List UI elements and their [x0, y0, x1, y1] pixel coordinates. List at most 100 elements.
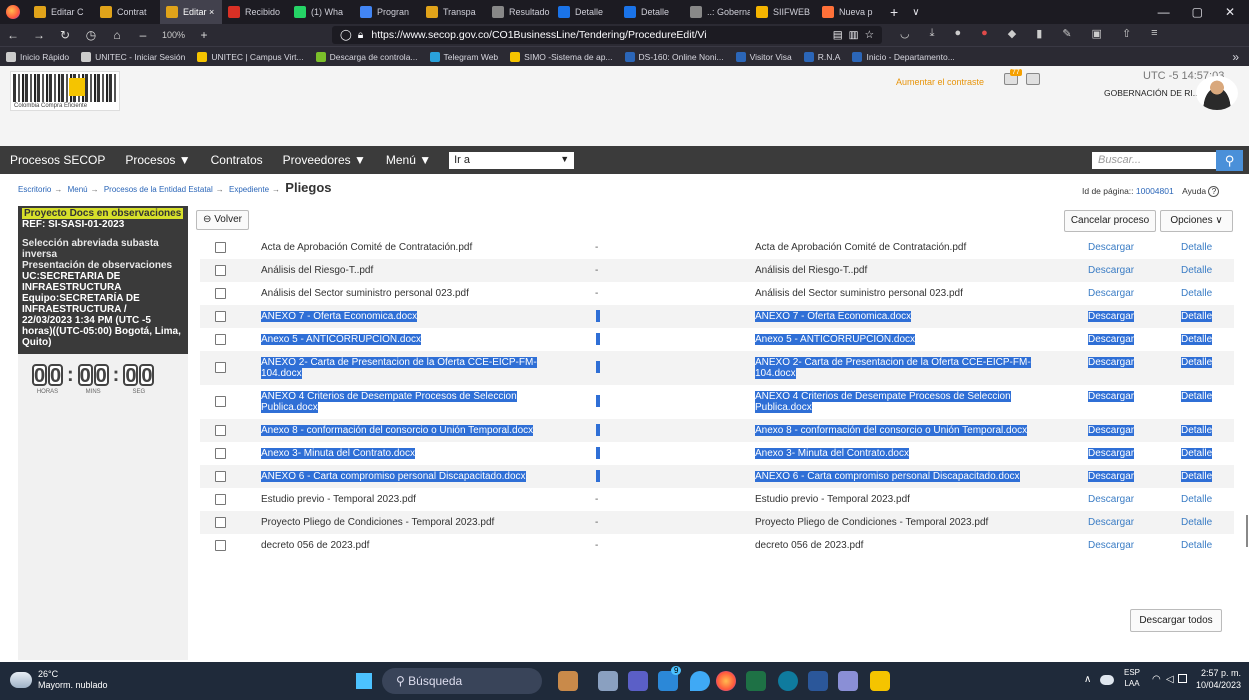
- battery-icon[interactable]: [1178, 674, 1187, 683]
- bookmark-1[interactable]: UNITEC - Iniciar Sesión: [81, 51, 185, 62]
- bookmark-3[interactable]: Descarga de controla...: [315, 51, 418, 62]
- widgets-icon[interactable]: [598, 671, 618, 691]
- browser-tab-2[interactable]: Editar ×: [160, 0, 222, 24]
- browser-tab-7[interactable]: Resultado d: [486, 0, 552, 24]
- download-link[interactable]: Descargar: [1088, 265, 1134, 276]
- detail-link[interactable]: Detalle: [1181, 448, 1213, 459]
- cancel-process-button[interactable]: Cancelar proceso: [1064, 210, 1156, 232]
- download-link[interactable]: Descargar: [1088, 391, 1135, 402]
- weather-widget[interactable]: 26°C Mayorm. nublado: [10, 669, 108, 691]
- detail-link[interactable]: Detalle: [1181, 288, 1212, 299]
- translate-icon[interactable]: ▥: [849, 29, 859, 41]
- zoom-level[interactable]: 100%: [162, 30, 185, 40]
- new-tab-icon[interactable]: +: [890, 4, 898, 20]
- url-bar[interactable]: ◯ 🔒︎ https://www.secop.gov.co/CO1Busines…: [332, 26, 882, 44]
- bookmark-2[interactable]: UNITEC | Campus Virt...: [197, 51, 304, 62]
- windows-start-icon[interactable]: [356, 673, 372, 689]
- detail-link[interactable]: Detalle: [1181, 391, 1213, 402]
- close-window-icon[interactable]: ✕: [1225, 5, 1235, 19]
- menu-item-procesos-secop[interactable]: Procesos SECOP: [0, 153, 115, 167]
- menu-item-procesos[interactable]: Procesos ▼: [115, 153, 200, 167]
- row-checkbox[interactable]: [215, 311, 226, 322]
- help-link[interactable]: Ayuda: [1182, 186, 1206, 196]
- browser-tab-0[interactable]: Editar C: [28, 0, 94, 24]
- messages-icon[interactable]: [1026, 73, 1040, 85]
- detail-link[interactable]: Detalle: [1181, 494, 1212, 505]
- bookmark-0[interactable]: Inicio Rápido: [6, 51, 69, 62]
- zoom-in-icon[interactable]: +: [191, 28, 217, 42]
- browser-tab-11[interactable]: SIIFWEB: [750, 0, 816, 24]
- download-link[interactable]: Descargar: [1088, 494, 1134, 505]
- download-link[interactable]: Descargar: [1088, 471, 1135, 482]
- browser-tab-3[interactable]: Recibido: [222, 0, 288, 24]
- forward-icon[interactable]: →: [26, 28, 52, 42]
- bookmarks-overflow-icon[interactable]: »: [1232, 50, 1239, 64]
- browser-tab-6[interactable]: Transpa: [420, 0, 486, 24]
- row-checkbox[interactable]: [215, 396, 226, 407]
- zoom-out-icon[interactable]: –: [130, 28, 156, 42]
- back-icon[interactable]: ←: [0, 28, 26, 42]
- menu-item-proveedores[interactable]: Proveedores ▼: [273, 153, 376, 167]
- download-link[interactable]: Descargar: [1088, 425, 1135, 436]
- scrollbar-thumb[interactable]: [1246, 515, 1248, 547]
- detail-link[interactable]: Detalle: [1181, 311, 1213, 322]
- extension-icon[interactable]: ◆: [1008, 27, 1016, 40]
- minimize-icon[interactable]: —: [1158, 5, 1170, 19]
- download-link[interactable]: Descargar: [1088, 242, 1134, 253]
- detail-link[interactable]: Detalle: [1181, 517, 1212, 528]
- url-text[interactable]: https://www.secop.gov.co/CO1BusinessLine…: [371, 29, 832, 41]
- detail-link[interactable]: Detalle: [1181, 471, 1213, 482]
- row-checkbox[interactable]: [215, 362, 226, 373]
- browser-tab-8[interactable]: Detalle: [552, 0, 618, 24]
- download-link[interactable]: Descargar: [1088, 517, 1134, 528]
- bookmark-9[interactable]: Inicio - Departamento...: [852, 51, 955, 62]
- share-icon[interactable]: ⇧: [1122, 27, 1131, 40]
- search-icon[interactable]: ⚲: [1216, 150, 1243, 171]
- language-indicator[interactable]: ESP LAA: [1124, 667, 1140, 689]
- menu-icon[interactable]: ≡: [1151, 27, 1157, 40]
- breadcrumb-escritorio[interactable]: Escritorio: [18, 185, 51, 194]
- download-link[interactable]: Descargar: [1088, 540, 1134, 551]
- avatar[interactable]: [1196, 76, 1238, 110]
- tab-list-icon[interactable]: ∨: [912, 7, 919, 18]
- download-link[interactable]: Descargar: [1088, 448, 1135, 459]
- account-icon[interactable]: ●: [954, 27, 961, 40]
- browser-tab-5[interactable]: Progran: [354, 0, 420, 24]
- help-icon[interactable]: ?: [1208, 186, 1220, 197]
- app-icon[interactable]: [838, 671, 858, 691]
- download-all-button[interactable]: Descargar todos: [1130, 609, 1222, 632]
- back-button[interactable]: ⊖ Volver: [196, 210, 249, 230]
- browser-tab-12[interactable]: Nueva p: [816, 0, 882, 24]
- adblock-icon[interactable]: ●: [981, 27, 988, 40]
- history-icon[interactable]: ◷: [78, 28, 104, 42]
- detail-link[interactable]: Detalle: [1181, 334, 1213, 345]
- firefox-taskbar-icon[interactable]: [716, 671, 736, 691]
- download-link[interactable]: Descargar: [1088, 357, 1135, 368]
- browser-tab-10[interactable]: ..: Gobernac: [684, 0, 750, 24]
- lock-icon[interactable]: 🔒︎: [358, 29, 364, 42]
- download-link[interactable]: Descargar: [1088, 311, 1135, 322]
- bookmark-8[interactable]: R.N.A: [803, 51, 840, 62]
- reload-icon[interactable]: ↻: [52, 28, 78, 42]
- row-checkbox[interactable]: [215, 494, 226, 505]
- bookmark-star-icon[interactable]: ☆: [865, 29, 874, 41]
- row-checkbox[interactable]: [215, 517, 226, 528]
- download-link[interactable]: Descargar: [1088, 334, 1135, 345]
- colombia-compra-logo[interactable]: Colombia Compra Eficiente: [10, 71, 120, 111]
- row-checkbox[interactable]: [215, 265, 226, 276]
- maximize-icon[interactable]: ▢: [1192, 5, 1203, 19]
- extension3-icon[interactable]: ✎: [1062, 27, 1071, 40]
- browser-tab-1[interactable]: Contrat: [94, 0, 160, 24]
- detail-link[interactable]: Detalle: [1181, 242, 1212, 253]
- download-link[interactable]: Descargar: [1088, 288, 1134, 299]
- bookmark-6[interactable]: DS-160: Online Noni...: [624, 51, 724, 62]
- edge-icon[interactable]: [778, 671, 798, 691]
- home-icon[interactable]: ⌂: [104, 28, 130, 42]
- contrast-link[interactable]: Aumentar el contraste: [896, 77, 984, 87]
- bookmark-7[interactable]: Visitor Visa: [735, 51, 792, 62]
- detail-link[interactable]: Detalle: [1181, 540, 1212, 551]
- wifi-icon[interactable]: ◠: [1152, 674, 1161, 685]
- browser-tab-4[interactable]: (1) Wha: [288, 0, 354, 24]
- goto-select[interactable]: Ir a ▼: [449, 151, 575, 169]
- taskview-icon[interactable]: [558, 671, 578, 691]
